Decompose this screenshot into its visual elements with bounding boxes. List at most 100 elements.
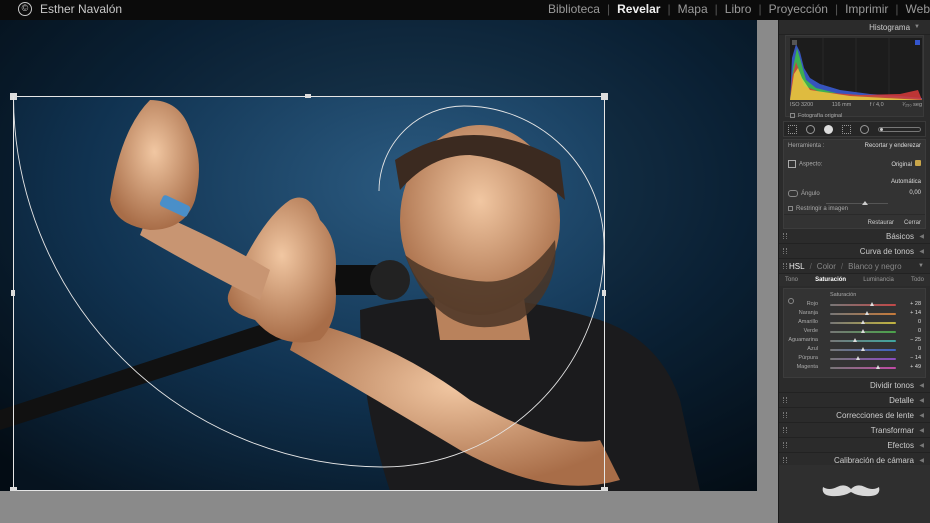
saturation-row-value[interactable]: 0 (918, 319, 921, 325)
crop-overlay-tool-icon[interactable] (788, 124, 797, 134)
saturation-title: Saturación (830, 292, 857, 298)
subtab-saturacion[interactable]: Saturación (815, 277, 846, 283)
saturation-row-value[interactable]: + 14 (910, 310, 921, 316)
panel-split-toning[interactable]: Dividir tonos ◀ (779, 378, 930, 393)
brush-tool-slider[interactable] (878, 126, 921, 132)
expand-triangle-icon[interactable]: ◀ (919, 442, 924, 449)
spot-removal-tool-icon[interactable] (806, 124, 815, 134)
panel-grip-icon (783, 442, 787, 448)
photo-canvas[interactable] (0, 20, 757, 491)
saturation-row: Púrpura − 14 (784, 355, 921, 364)
panel-effects-label: Efectos (887, 440, 914, 450)
panel-tone-curve[interactable]: Curva de tonos ◀ (779, 244, 930, 259)
histogram-title: Histograma (869, 22, 911, 32)
reset-button[interactable]: Restaurar (868, 220, 894, 226)
saturation-slider-thumb[interactable] (860, 320, 865, 324)
saturation-row: Verde 0 (784, 328, 921, 337)
saturation-row: Magenta + 49 (784, 364, 921, 373)
auto-button[interactable]: Automática (891, 179, 921, 185)
panel-grip-icon (783, 397, 787, 403)
subtab-luminancia[interactable]: Luminancia (863, 277, 894, 283)
histogram-graph[interactable] (790, 38, 922, 100)
expand-triangle-icon[interactable]: ◀ (919, 427, 924, 434)
lock-icon[interactable] (915, 160, 921, 166)
saturation-row-label: Naranja (798, 310, 818, 316)
expand-triangle-icon[interactable]: ◀ (919, 248, 924, 255)
tab-separator: / (809, 261, 812, 271)
saturation-slider-thumb[interactable] (855, 356, 860, 360)
subtab-tono[interactable]: Tono (785, 277, 798, 283)
saturation-row-value[interactable]: + 49 (910, 364, 921, 370)
saturation-slider-track[interactable] (830, 367, 896, 369)
saturation-row-value[interactable]: 0 (918, 328, 921, 334)
histogram-panel: ISO 3200 116 mm f / 4,0 ¹⁄₂₅₀ seg Fotogr… (785, 35, 924, 119)
subtab-todo[interactable]: Todo (911, 277, 924, 283)
saturation-slider-track[interactable] (830, 358, 896, 360)
saturation-slider-track[interactable] (830, 340, 896, 342)
saturation-row-value[interactable]: − 25 (910, 337, 921, 343)
collapse-triangle-icon[interactable]: ▼ (918, 263, 924, 269)
angle-value[interactable]: 0,00 (909, 190, 921, 197)
identity-name: Esther Navalón (40, 2, 123, 16)
panel-effects[interactable]: Efectos ◀ (779, 438, 930, 453)
angle-slider-thumb[interactable] (862, 201, 868, 205)
panel-lens-corrections[interactable]: Correcciones de lente ◀ (779, 408, 930, 423)
module-revelar[interactable]: Revelar (617, 2, 660, 16)
collapse-triangle-icon[interactable]: ▼ (914, 24, 920, 30)
saturation-slider-track[interactable] (830, 304, 896, 306)
tool-strip (783, 121, 926, 137)
aspect-select[interactable]: Original (891, 162, 912, 168)
module-proyeccion[interactable]: Proyección (769, 2, 828, 16)
photo-image (0, 20, 757, 491)
angle-row: Ángulo 0,00 (788, 190, 921, 197)
panel-calibration-label: Calibración de cámara (833, 455, 914, 465)
expand-triangle-icon[interactable]: ◀ (919, 397, 924, 404)
saturation-slider-thumb[interactable] (860, 329, 865, 333)
panel-detail[interactable]: Detalle ◀ (779, 393, 930, 408)
constrain-checkbox[interactable] (788, 206, 793, 211)
saturation-row-label: Amarillo (798, 319, 818, 325)
saturation-slider-thumb[interactable] (869, 302, 874, 306)
module-web[interactable]: Web (906, 2, 930, 16)
histogram-header[interactable]: Histograma ▼ (779, 20, 930, 35)
tab-color[interactable]: Color (817, 262, 836, 271)
saturation-row-value[interactable]: + 28 (910, 301, 921, 307)
saturation-row-value[interactable]: − 14 (910, 355, 921, 361)
tab-hsl[interactable]: HSL (789, 262, 805, 271)
expand-triangle-icon[interactable]: ◀ (919, 457, 924, 464)
panel-transform[interactable]: Transformar ◀ (779, 423, 930, 438)
module-libro[interactable]: Libro (725, 2, 752, 16)
saturation-row-value[interactable]: 0 (918, 346, 921, 352)
panel-end-area (779, 465, 930, 523)
auto-row: Automática (788, 179, 921, 185)
tab-bw[interactable]: Blanco y negro (848, 262, 901, 271)
moustache-icon (822, 485, 880, 497)
module-imprimir[interactable]: Imprimir (845, 2, 888, 16)
saturation-slider-thumb[interactable] (865, 311, 870, 315)
expand-triangle-icon[interactable]: ◀ (919, 412, 924, 419)
saturation-slider-track[interactable] (830, 313, 896, 315)
canvas-gutter (757, 20, 778, 491)
exif-info: ISO 3200 116 mm f / 4,0 ¹⁄₂₅₀ seg (790, 102, 922, 108)
straighten-level-icon[interactable] (788, 190, 798, 197)
angle-slider-track[interactable] (826, 203, 888, 204)
close-button[interactable]: Cerrar (904, 220, 921, 226)
radial-filter-tool-icon[interactable] (860, 124, 869, 134)
module-biblioteca[interactable]: Biblioteca (548, 2, 600, 16)
red-eye-tool-icon[interactable] (824, 124, 833, 134)
saturation-slider-thumb[interactable] (852, 338, 857, 342)
saturation-slider-thumb[interactable] (876, 365, 881, 369)
copyright-icon: © (18, 2, 32, 16)
expand-triangle-icon[interactable]: ◀ (919, 382, 924, 389)
expand-triangle-icon[interactable]: ◀ (919, 233, 924, 240)
saturation-row-label: Azul (807, 346, 818, 352)
crop-frame-icon[interactable] (788, 160, 796, 168)
crop-tool-panel: Herramienta : Recortar y enderezar Aspec… (783, 139, 926, 229)
saturation-slider-thumb[interactable] (860, 347, 865, 351)
graduated-filter-tool-icon[interactable] (842, 124, 851, 134)
saturation-row: Rojo + 28 (784, 301, 921, 310)
bottom-toolbar-strip (0, 491, 778, 523)
exif-iso: ISO 3200 (790, 102, 814, 108)
module-mapa[interactable]: Mapa (678, 2, 708, 16)
panel-basic[interactable]: Básicos ◀ (779, 229, 930, 244)
